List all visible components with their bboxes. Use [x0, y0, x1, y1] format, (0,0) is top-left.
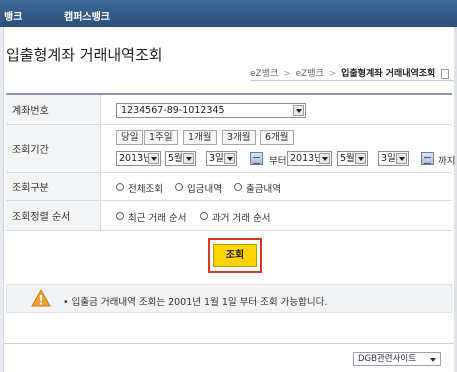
to-year-select[interactable]: 2013년: [287, 151, 332, 166]
chevron-down-icon: [293, 105, 304, 116]
breadcrumb-separator: >: [283, 69, 291, 79]
to-day-value: 3일: [381, 153, 396, 164]
account-row: 계좌번호 1234567-89-1012345: [6, 95, 452, 125]
breadcrumb-item-ezbank-2[interactable]: eZ뱅크: [296, 69, 324, 79]
period-6month-button[interactable]: 6개월: [260, 130, 294, 145]
from-day-value: 3일: [209, 153, 224, 164]
breadcrumb: eZ뱅크 > eZ뱅크 > 입출형계좌 거래내역조회: [250, 66, 450, 79]
type-deposit-label[interactable]: 입금내역: [187, 181, 222, 195]
order-recent-label[interactable]: 최근 거래 순서: [128, 210, 186, 224]
from-month-value: 5월: [168, 153, 183, 164]
footer-divider: [4, 343, 454, 344]
order-past-label[interactable]: 과거 거래 순서: [212, 210, 270, 224]
period-label: 조회기간: [6, 125, 101, 172]
to-year-value: 2013년: [290, 153, 323, 164]
from-calendar-icon[interactable]: [250, 152, 263, 165]
breadcrumb-item-ezbank[interactable]: eZ뱅크: [250, 69, 278, 79]
order-past-radio[interactable]: [200, 212, 208, 220]
breadcrumb-divider: [250, 80, 454, 81]
from-month-select[interactable]: 5월: [165, 151, 196, 166]
chevron-down-icon: [148, 153, 159, 164]
breadcrumb-current: 입출형계좌 거래내역조회: [341, 69, 436, 79]
related-sites-select[interactable]: DGB관련사이트: [353, 352, 441, 366]
warning-icon: [31, 289, 51, 307]
period-3month-button[interactable]: 3개월: [222, 130, 256, 145]
related-sites-value: DGB관련사이트: [358, 354, 417, 364]
frame-left-edge: [0, 27, 4, 372]
to-calendar-icon[interactable]: [421, 152, 434, 165]
order-recent-radio[interactable]: [116, 212, 124, 220]
from-year-select[interactable]: 2013년: [116, 151, 161, 166]
period-1week-button[interactable]: 1주일: [144, 130, 178, 145]
topbar-left-text[interactable]: 뱅크: [4, 8, 22, 23]
type-label: 조회구분: [6, 173, 101, 200]
type-row: 조회구분 전체조회 입금내역 출금내역: [6, 173, 452, 201]
chevron-down-icon: [396, 153, 407, 164]
chevron-down-icon: [355, 153, 366, 164]
period-today-button[interactable]: 당일: [116, 130, 144, 145]
order-row: 조회정렬 순서 최근 거래 순서 과거 거래 순서: [6, 201, 452, 231]
chevron-down-icon: [224, 153, 235, 164]
notice-text: • 입출금 거래내역 조회는 2001년 1월 1일 부터 조회 가능합니다.: [63, 297, 328, 308]
top-bar: 뱅크 캠퍼스뱅크: [0, 0, 457, 27]
notice-box: • 입출금 거래내역 조회는 2001년 1월 1일 부터 조회 가능합니다.: [6, 284, 452, 313]
search-button[interactable]: 조회: [213, 244, 257, 267]
breadcrumb-box-icon[interactable]: [441, 68, 450, 79]
account-label: 계좌번호: [6, 95, 101, 124]
account-select[interactable]: 1234567-89-1012345: [116, 103, 306, 118]
from-year-value: 2013년: [119, 153, 152, 164]
from-suffix: 부터: [269, 156, 287, 167]
to-day-select[interactable]: 3일: [378, 151, 409, 166]
chevron-down-icon: [430, 358, 436, 362]
chevron-down-icon: [183, 153, 194, 164]
order-label: 조회정렬 순서: [6, 201, 101, 230]
page-title: 입출형계좌 거래내역조회: [6, 46, 163, 64]
period-1month-button[interactable]: 1개월: [183, 130, 217, 145]
to-month-value: 5월: [340, 153, 355, 164]
period-row: 조회기간 당일 1주일 1개월 3개월 6개월 2013년 5월 3일 부터 2…: [6, 125, 456, 173]
type-withdraw-radio[interactable]: [234, 183, 242, 191]
account-select-value: 1234567-89-1012345: [121, 105, 225, 116]
search-button-highlight: 조회: [208, 238, 262, 273]
type-withdraw-label[interactable]: 출금내역: [246, 181, 281, 195]
search-form-table: 계좌번호 1234567-89-1012345 조회기간 당일 1주일 1개월 …: [6, 93, 456, 231]
to-suffix: 까지: [438, 156, 456, 167]
type-all-label[interactable]: 전체조회: [128, 181, 163, 195]
topbar-campus-bank[interactable]: 캠퍼스뱅크: [64, 8, 110, 23]
type-deposit-radio[interactable]: [175, 183, 183, 191]
breadcrumb-separator: >: [328, 69, 337, 79]
to-month-select[interactable]: 5월: [337, 151, 368, 166]
from-day-select[interactable]: 3일: [206, 151, 237, 166]
chevron-down-icon: [319, 153, 330, 164]
type-all-radio[interactable]: [116, 183, 124, 191]
